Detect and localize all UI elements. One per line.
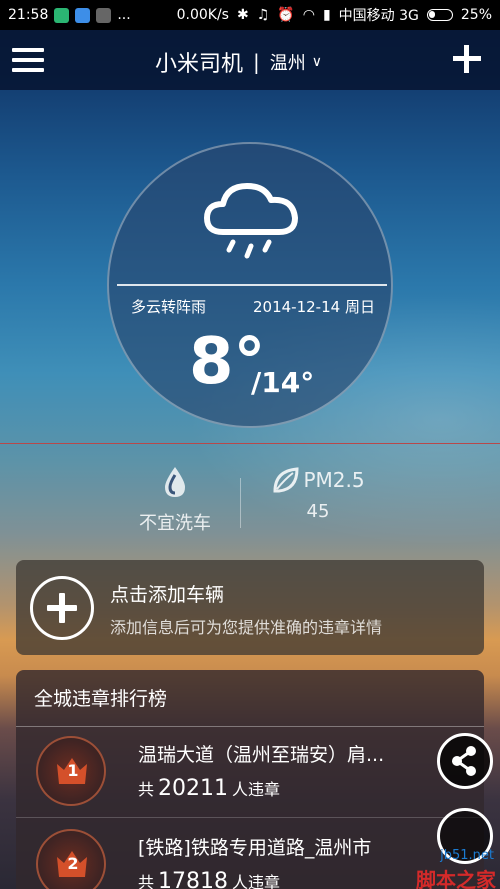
cloud-rain-icon — [204, 183, 298, 259]
battery-icon — [426, 9, 453, 21]
count-suffix: 人违章 — [232, 873, 281, 889]
rank-badge: 2 — [36, 829, 106, 889]
leaf-icon — [273, 467, 299, 493]
add-icon[interactable] — [452, 44, 482, 74]
signal-icon: ▮ — [322, 7, 331, 23]
ranking-divider — [16, 726, 484, 727]
app-notification-icon — [96, 7, 112, 23]
weather-condition: 多云转阵雨 — [131, 298, 207, 316]
indicator-divider — [240, 478, 241, 528]
high-temperature: /14° — [251, 366, 315, 399]
count-prefix: 共 — [138, 873, 155, 889]
pm25-label: PM2.5 — [303, 468, 365, 492]
city-selector[interactable]: 温州 — [270, 49, 306, 75]
pm25-indicator: PM2.5 45 — [258, 465, 378, 522]
weather-divider — [117, 284, 387, 286]
add-vehicle-card[interactable]: 点击添加车辆 添加信息后可为您提供准确的违章详情 — [16, 560, 484, 655]
alarm-icon: ⏰ — [277, 7, 295, 23]
violation-count: 共 20211 人违章 — [138, 776, 280, 801]
ranking-row-divider — [16, 817, 484, 818]
menu-icon[interactable] — [12, 48, 44, 72]
ranking-title: 全城违章排行榜 — [34, 688, 168, 710]
count-value: 17818 — [158, 869, 229, 889]
horizon-line — [0, 443, 500, 444]
network-speed: 0.00K/s — [176, 7, 229, 23]
ranking-item[interactable]: 1 温瑞大道（温州至瑞安）肩... 共 20211 人违章 — [16, 732, 484, 812]
count-value: 20211 — [158, 776, 229, 801]
status-time: 21:58 — [8, 7, 49, 23]
app-notification-icon — [75, 7, 91, 23]
rank-number: 2 — [67, 854, 79, 873]
bluetooth-icon: ✱ — [236, 7, 249, 23]
wifi-icon: ◠ — [302, 7, 315, 23]
app-notification-icon — [54, 7, 70, 23]
app-header: 小米司机 | 温州 ∨ — [0, 30, 500, 90]
road-name: 温瑞大道（温州至瑞安）肩... — [138, 744, 385, 766]
car-wash-indicator: 不宜洗车 — [115, 465, 235, 535]
status-bar: 21:58 ... 0.00K/s ✱ ♫ ⏰ ◠ ▮ 中国移动 3G 25% — [0, 0, 500, 30]
add-vehicle-icon[interactable] — [30, 576, 94, 640]
header-title-group: 小米司机 | 温州 ∨ — [155, 46, 322, 78]
mute-icon: ♫ — [256, 7, 270, 23]
count-prefix: 共 — [138, 780, 155, 799]
share-button[interactable] — [437, 733, 493, 789]
count-suffix: 人违章 — [232, 780, 281, 799]
rank-number: 1 — [67, 761, 79, 780]
watermark: jb51.net 脚本之家 — [360, 820, 500, 889]
car-wash-label: 不宜洗车 — [139, 513, 211, 534]
carrier: 中国移动 3G — [338, 8, 419, 24]
rank-badge: 1 — [36, 736, 106, 806]
add-vehicle-subtitle: 添加信息后可为您提供准确的违章详情 — [110, 618, 383, 637]
chevron-down-icon[interactable]: ∨ — [312, 54, 322, 70]
pm25-value: 45 — [306, 501, 330, 522]
weather-date: 2014-12-14 周日 — [253, 298, 375, 316]
battery-level: 25% — [460, 7, 492, 23]
title-separator: | — [253, 50, 260, 74]
share-icon — [452, 746, 476, 776]
watermark-text: 脚本之家 — [416, 868, 496, 889]
add-vehicle-title: 点击添加车辆 — [110, 584, 225, 606]
more-notifications-icon: ... — [117, 7, 131, 23]
water-drop-icon — [165, 467, 185, 497]
violation-count: 共 17818 人违章 — [138, 869, 280, 889]
app-title: 小米司机 — [155, 52, 244, 77]
weather-panel[interactable]: 多云转阵雨 2014-12-14 周日 8° /14° — [107, 142, 393, 428]
watermark-url: jb51.net — [440, 848, 494, 863]
indicator-row: 不宜洗车 PM2.5 45 — [0, 465, 500, 535]
